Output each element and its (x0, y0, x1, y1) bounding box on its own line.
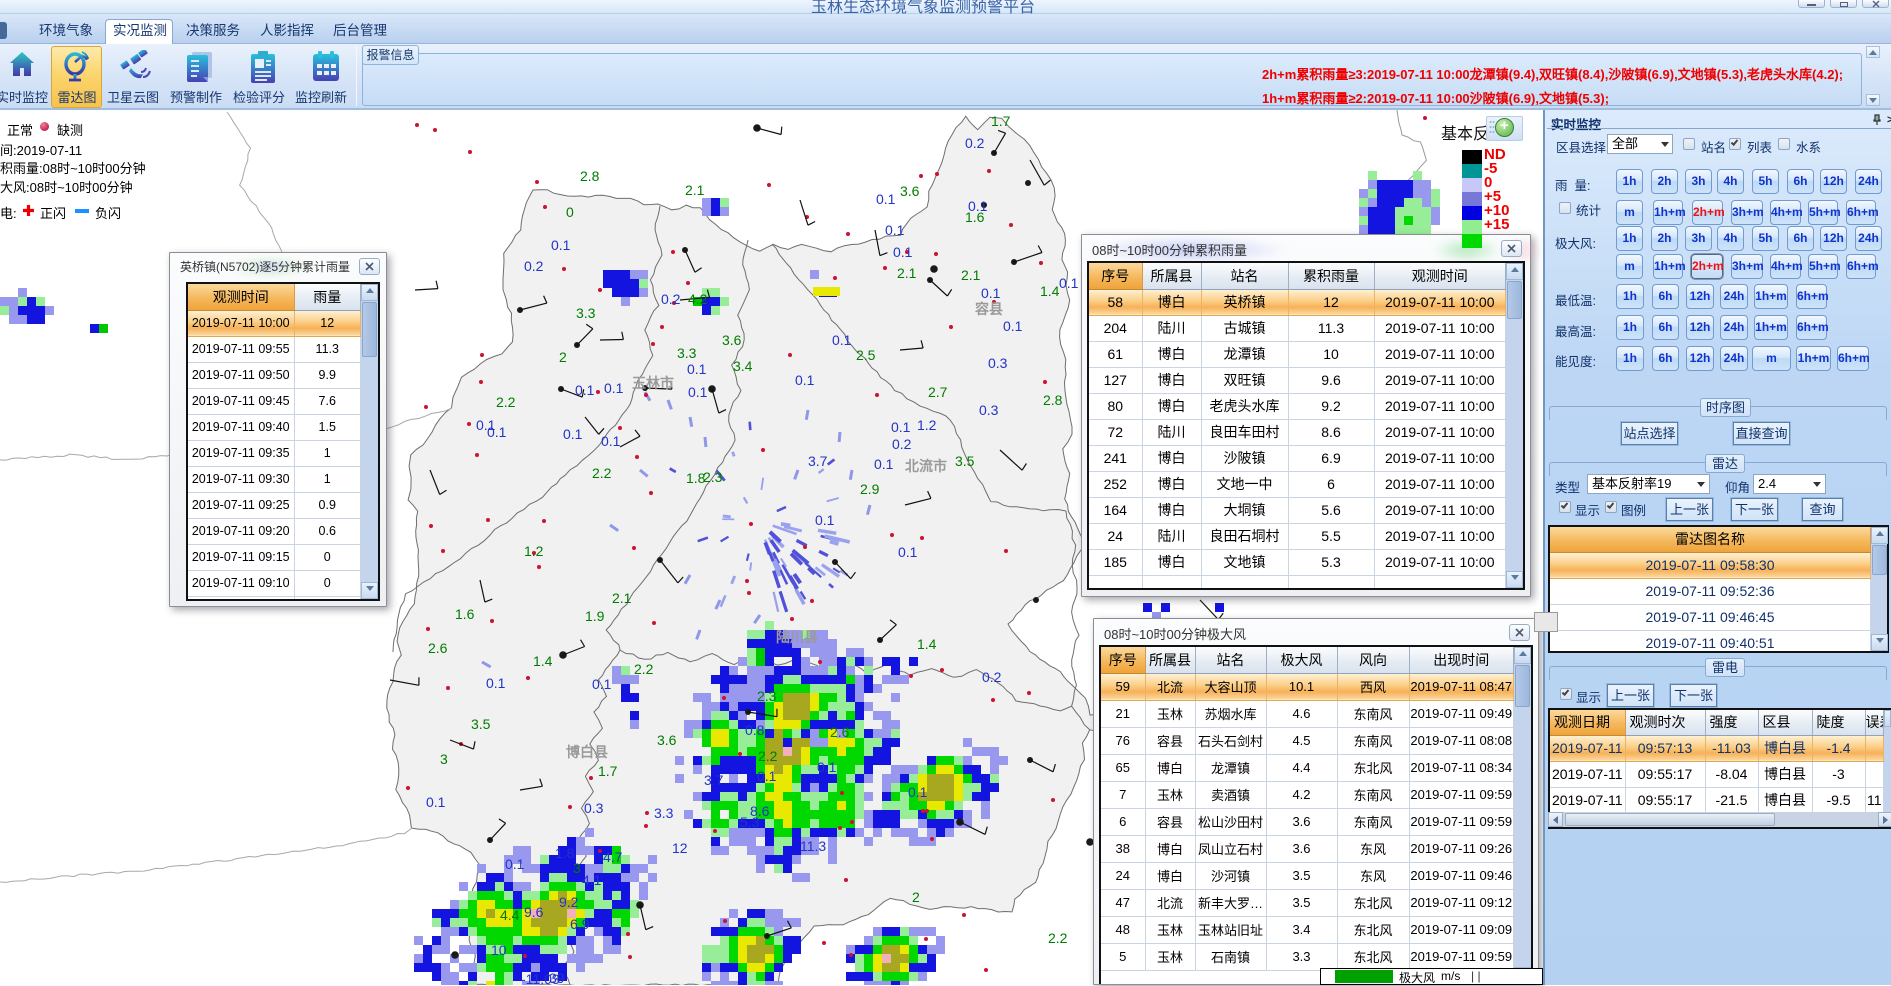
svg-text:0.2: 0.2 (982, 669, 1002, 685)
svg-text:1.2: 1.2 (524, 543, 544, 559)
svg-text:2.1: 2.1 (897, 265, 917, 281)
svg-text:2.9: 2.9 (860, 481, 880, 497)
svg-text:0.1: 0.1 (688, 384, 708, 400)
svg-text:0.8: 0.8 (745, 722, 765, 738)
svg-text:39: 39 (549, 970, 565, 985)
svg-text:0.3: 0.3 (584, 800, 604, 816)
svg-text:4.4: 4.4 (500, 907, 520, 923)
svg-text:1.9: 1.9 (585, 608, 605, 624)
svg-text:3.3: 3.3 (654, 805, 674, 821)
svg-text:3.6: 3.6 (657, 732, 677, 748)
svg-text:0.2: 0.2 (661, 291, 681, 307)
svg-text:2.6: 2.6 (830, 724, 850, 740)
svg-text:0.1: 0.1 (757, 768, 777, 784)
svg-text:3.3: 3.3 (576, 305, 596, 321)
svg-text:3.4: 3.4 (733, 358, 753, 374)
svg-text:2.3: 2.3 (757, 688, 777, 704)
svg-text:2.2: 2.2 (1048, 930, 1068, 946)
svg-text:3.5: 3.5 (471, 716, 491, 732)
svg-text:2.7: 2.7 (928, 384, 948, 400)
svg-text:0.1: 0.1 (575, 382, 595, 398)
svg-text:3: 3 (440, 751, 448, 767)
svg-text:3.3: 3.3 (677, 345, 697, 361)
svg-text:4.1: 4.1 (582, 872, 602, 888)
svg-text:4.2: 4.2 (688, 291, 708, 307)
svg-text:0.1: 0.1 (486, 675, 506, 691)
svg-text:2.2: 2.2 (634, 661, 654, 677)
svg-text:0.1: 0.1 (891, 419, 911, 435)
svg-text:2.2: 2.2 (496, 394, 516, 410)
svg-text:0.1: 0.1 (601, 433, 621, 449)
svg-text:0.1: 0.1 (815, 512, 835, 528)
svg-text:0.1: 0.1 (795, 372, 815, 388)
svg-text:0.1: 0.1 (876, 191, 896, 207)
svg-text:0.2: 0.2 (524, 258, 544, 274)
svg-text:2.6: 2.6 (428, 640, 448, 656)
svg-text:6.9: 6.9 (570, 916, 590, 932)
svg-text:9.2: 9.2 (559, 894, 579, 910)
svg-text:1.2: 1.2 (917, 417, 937, 433)
svg-text:3.5: 3.5 (955, 453, 975, 469)
svg-text:0.1: 0.1 (968, 198, 988, 214)
svg-text:0.1: 0.1 (981, 285, 1001, 301)
svg-text:0.3: 0.3 (988, 355, 1008, 371)
svg-text:0.1: 0.1 (832, 332, 852, 348)
svg-text:0.1: 0.1 (817, 759, 837, 775)
svg-text:11.3: 11.3 (800, 838, 826, 854)
svg-text:0.1: 0.1 (874, 456, 894, 472)
svg-text:0.1: 0.1 (1003, 318, 1023, 334)
svg-text:0.1: 0.1 (426, 794, 446, 810)
svg-text:陆川县: 陆川县 (776, 629, 818, 645)
svg-text:0.1: 0.1 (505, 856, 525, 872)
svg-text:0.1: 0.1 (908, 784, 928, 800)
svg-text:北流市: 北流市 (905, 458, 947, 474)
svg-text:5.3: 5.3 (740, 814, 760, 830)
svg-text:0.1: 0.1 (1059, 275, 1079, 291)
svg-text:1.8: 1.8 (555, 845, 575, 861)
svg-text:0.1: 0.1 (893, 244, 913, 260)
svg-text:1.7: 1.7 (991, 113, 1011, 129)
svg-text:博白县: 博白县 (566, 744, 608, 760)
svg-text:2.1: 2.1 (685, 182, 705, 198)
svg-text:2.3: 2.3 (703, 469, 723, 485)
svg-text:0.1: 0.1 (898, 544, 918, 560)
svg-text:0.1: 0.1 (487, 424, 507, 440)
svg-text:2.2: 2.2 (592, 465, 612, 481)
svg-text:2.2: 2.2 (758, 748, 778, 764)
svg-text:10: 10 (491, 942, 507, 958)
svg-text:0.1: 0.1 (592, 676, 612, 692)
svg-text:0: 0 (566, 204, 574, 220)
svg-text:2: 2 (559, 349, 567, 365)
svg-text:0.3: 0.3 (979, 402, 999, 418)
svg-text:1.4: 1.4 (1040, 283, 1060, 299)
svg-text:4.7: 4.7 (603, 849, 623, 865)
svg-text:9.6: 9.6 (524, 904, 544, 920)
svg-text:1.6: 1.6 (455, 606, 475, 622)
svg-text:2: 2 (912, 889, 920, 905)
svg-text:0.2: 0.2 (892, 436, 912, 452)
svg-text:3.6: 3.6 (900, 183, 920, 199)
svg-text:2.8: 2.8 (1043, 392, 1063, 408)
svg-text:3.6: 3.6 (722, 332, 742, 348)
svg-text:1.4: 1.4 (533, 653, 553, 669)
svg-text:1.4: 1.4 (917, 636, 937, 652)
svg-text:12: 12 (672, 840, 688, 856)
svg-text:0.1: 0.1 (687, 361, 707, 377)
svg-text:3.7: 3.7 (808, 453, 828, 469)
svg-text:3: 3 (573, 860, 581, 876)
svg-text:2.8: 2.8 (580, 168, 600, 184)
svg-text:0.2: 0.2 (965, 135, 985, 151)
svg-text:玉林市: 玉林市 (632, 375, 674, 391)
svg-text:2.5: 2.5 (856, 347, 876, 363)
svg-text:容县: 容县 (974, 301, 1003, 317)
svg-text:3.7: 3.7 (704, 772, 724, 788)
svg-text:0.1: 0.1 (885, 222, 905, 238)
svg-text:1.7: 1.7 (598, 763, 618, 779)
svg-text:2.1: 2.1 (612, 590, 632, 606)
svg-text:0.1: 0.1 (551, 237, 571, 253)
svg-text:2.1: 2.1 (961, 267, 981, 283)
svg-text:0.1: 0.1 (563, 426, 583, 442)
svg-text:0.1: 0.1 (604, 380, 624, 396)
